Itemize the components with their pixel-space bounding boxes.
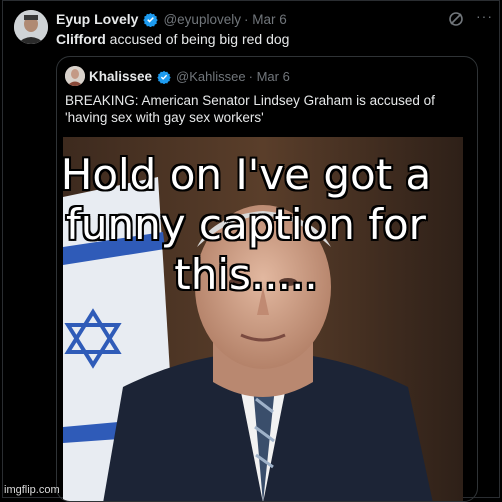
grok-icon[interactable] [448, 11, 464, 27]
tweet-text-rest: accused of being big red dog [105, 31, 290, 47]
author-handle[interactable]: @eyuplovely [163, 12, 241, 27]
verified-badge-icon [143, 12, 159, 27]
meme-caption: Hold on I've got a funny caption for thi… [60, 150, 432, 299]
quoted-tweet-header: Khalissee @Kahlissee · Mar 6 [89, 69, 290, 84]
quoted-tweet-date[interactable]: · Mar 6 [249, 69, 290, 84]
tweet-header: Eyup Lovely @eyuplovely · Mar 6 [56, 11, 287, 27]
tweet-text-bold: Clifford [56, 31, 106, 47]
imgflip-watermark: imgflip.com [4, 484, 60, 496]
more-options-icon[interactable]: ··· [476, 8, 493, 24]
quoted-verified-badge-icon [157, 70, 171, 84]
quoted-author-avatar[interactable] [65, 66, 85, 86]
author-name[interactable]: Eyup Lovely [56, 11, 138, 27]
tweet-date[interactable]: · Mar 6 [244, 12, 287, 27]
quoted-author-name[interactable]: Khalissee [89, 69, 152, 84]
tweet-text: Clifford accused of being big red dog [56, 31, 289, 47]
quoted-author-handle[interactable]: @Kahlissee [176, 69, 246, 84]
quoted-tweet-text: BREAKING: American Senator Lindsey Graha… [65, 93, 435, 125]
author-avatar[interactable] [14, 10, 48, 44]
